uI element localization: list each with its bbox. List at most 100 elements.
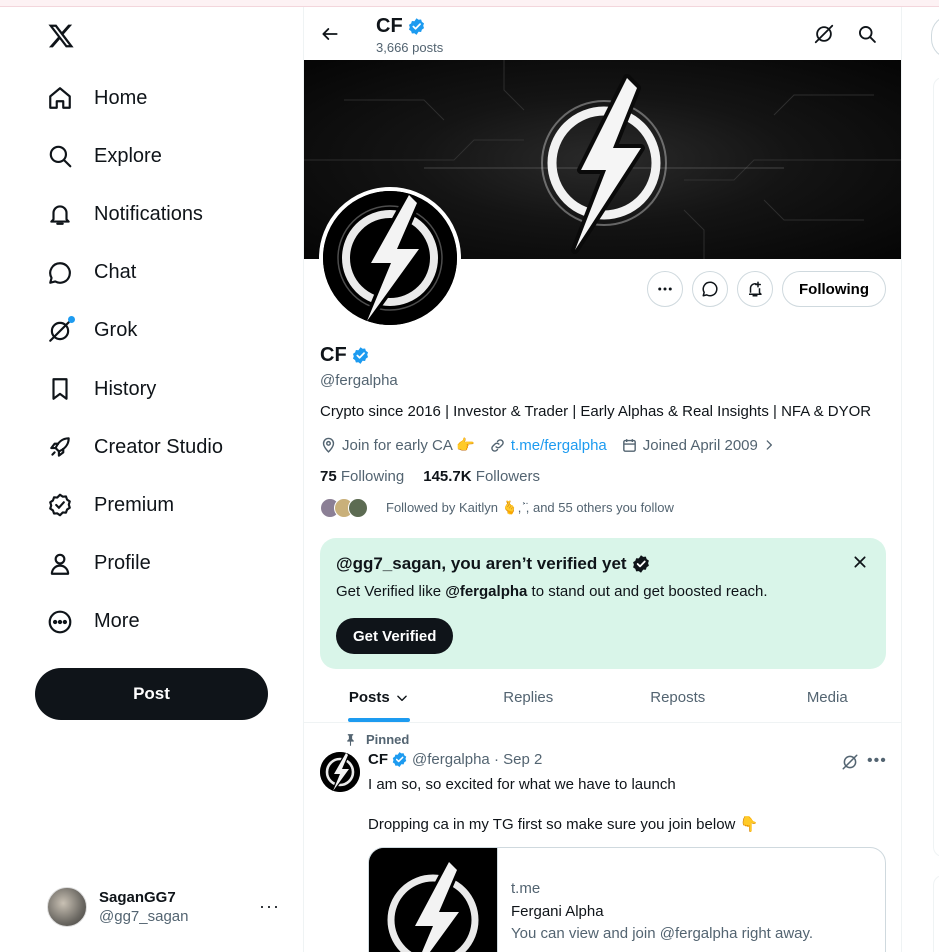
profile-handle: @fergalpha (320, 372, 398, 389)
tab-posts[interactable]: Posts (304, 673, 454, 722)
tab-reposts-label: Reposts (650, 689, 706, 706)
tweet-text: I am so, so excited for what we have to … (368, 775, 758, 835)
profile-header-bar: CF 3,666 posts (304, 7, 901, 60)
verified-badge-icon[interactable] (351, 346, 370, 365)
header-post-count: 3,666 posts (376, 40, 444, 55)
nav-history-label: History (94, 377, 157, 400)
tweet-handle-date[interactable]: @fergalpha · Sep 2 (412, 751, 542, 768)
tab-posts-label: Posts (348, 689, 390, 706)
verified-badge-icon (392, 752, 407, 767)
nav-premium[interactable]: Premium (34, 476, 294, 534)
link-card-description: You can view and join @fergalpha right a… (511, 925, 814, 942)
get-verified-button[interactable]: Get Verified (336, 618, 454, 654)
profile-joined[interactable]: Joined April 2009 (621, 437, 776, 454)
following-stat[interactable]: 75 Following (320, 468, 404, 485)
bell-icon (47, 201, 73, 227)
rocket-icon (47, 434, 73, 460)
account-text: SaganGG7 @gg7_sagan (99, 889, 188, 925)
link-card-domain: t.me (511, 880, 541, 897)
search-icon[interactable] (854, 21, 880, 47)
pinned-tweet[interactable]: Pinned CF @fergalpha · Sep 2 ••• I am so… (304, 724, 901, 952)
account-switcher[interactable]: SaganGG7 @gg7_sagan ··· (36, 878, 286, 936)
profile-link-url[interactable]: t.me/fergalpha (511, 437, 607, 454)
tweet-line: Dropping ca in my TG first so make sure … (368, 816, 759, 833)
nav-creator-studio[interactable]: Creator Studio (34, 418, 294, 476)
nav-notifications[interactable]: Notifications (34, 185, 294, 243)
post-button[interactable]: Post (35, 668, 268, 720)
pin-icon (347, 734, 354, 746)
verified-badge-icon (632, 555, 649, 573)
bolt-logo-icon (369, 848, 497, 952)
grok-icon[interactable] (841, 753, 859, 771)
nav-explore[interactable]: Explore (34, 127, 294, 185)
account-name: SaganGG7 (99, 889, 176, 906)
nav-grok[interactable]: Grok (34, 302, 294, 360)
link-icon (491, 438, 504, 452)
left-sidebar: Home Explore Notifications Chat Grok His… (0, 7, 303, 952)
chevron-down-icon (396, 695, 407, 701)
followed-by-text: Followed by Kaitlyn 🫰,ʾ̈, and 55 others … (386, 500, 674, 515)
profile-column: CF 3,666 posts Following CF @fergalpha C… (303, 7, 902, 952)
verified-badge-icon (408, 18, 424, 35)
x-logo-icon[interactable] (44, 19, 78, 53)
calendar-icon (622, 438, 636, 452)
bookmark-icon (47, 376, 73, 402)
unread-dot (68, 315, 75, 323)
close-icon[interactable] (850, 552, 870, 572)
header-name: CF (376, 15, 403, 37)
profile-display-name: CF (320, 344, 347, 366)
home-icon (47, 85, 73, 111)
verification-title: @gg7_sagan, you aren’t verified yet (336, 554, 651, 574)
nav-chat[interactable]: Chat (34, 244, 294, 302)
profile-link[interactable]: t.me/fergalpha (489, 437, 607, 454)
followers-count: 145.7K (423, 468, 472, 485)
location-text: Join for early CA 👉 (342, 437, 475, 454)
notify-button[interactable] (737, 271, 774, 307)
nav-creator-studio-label: Creator Studio (94, 435, 223, 458)
more-options-button[interactable] (647, 271, 684, 307)
link-card[interactable]: t.me Fergani Alpha You can view and join… (368, 847, 886, 952)
tab-media-label: Media (806, 689, 848, 706)
profile-location: Join for early CA 👉 (320, 436, 475, 454)
grok-icon[interactable] (811, 21, 837, 47)
following-label: Following (340, 468, 405, 485)
more-icon (658, 287, 672, 291)
chat-icon (702, 281, 718, 297)
nav-home[interactable]: Home (34, 69, 294, 127)
person-icon (47, 551, 73, 577)
tab-replies[interactable]: Replies (454, 673, 604, 722)
nav-profile-label: Profile (94, 552, 151, 575)
following-button[interactable]: Following (782, 271, 886, 307)
search-input[interactable] (931, 15, 939, 59)
pinned-label: Pinned (344, 732, 409, 747)
tweet-author-name[interactable]: CF (368, 751, 388, 768)
nav-history[interactable]: History (34, 360, 294, 418)
link-card-title: Fergani Alpha (511, 903, 604, 920)
tab-media[interactable]: Media (753, 673, 902, 722)
profile-avatar[interactable] (319, 187, 461, 329)
followed-by[interactable]: Followed by Kaitlyn 🫰,ʾ̈, and 55 others … (320, 498, 674, 518)
profile-name: CF (320, 344, 370, 367)
nav-more[interactable]: More (34, 593, 294, 651)
profile-meta: Join for early CA 👉 t.me/fergalpha Joine… (320, 436, 790, 454)
tweet-header: CF @fergalpha · Sep 2 (368, 751, 542, 768)
more-icon[interactable]: ··· (259, 896, 280, 917)
back-arrow-icon[interactable] (316, 20, 344, 48)
more-icon[interactable]: ••• (867, 752, 887, 770)
right-panel (933, 875, 939, 952)
verification-text: Get Verified like @fergalpha to stand ou… (336, 583, 768, 600)
verification-title-text: @gg7_sagan, you aren’t verified yet (336, 554, 627, 573)
tab-replies-label: Replies (503, 689, 554, 706)
tab-reposts[interactable]: Reposts (603, 673, 753, 722)
nav-profile[interactable]: Profile (34, 535, 294, 593)
bolt-logo-icon (320, 752, 360, 792)
profile-bio: Crypto since 2016 | Investor & Trader | … (320, 403, 872, 420)
verification-text-handle: @fergalpha (445, 583, 528, 600)
message-button[interactable] (692, 271, 729, 307)
followers-stat[interactable]: 145.7K Followers (423, 468, 540, 485)
nav-notifications-label: Notifications (94, 202, 203, 225)
tweet-line: I am so, so excited for what we have to … (368, 776, 676, 793)
bell-subscribed-icon (749, 281, 762, 297)
avatar (47, 887, 87, 927)
avatar[interactable] (320, 752, 360, 792)
